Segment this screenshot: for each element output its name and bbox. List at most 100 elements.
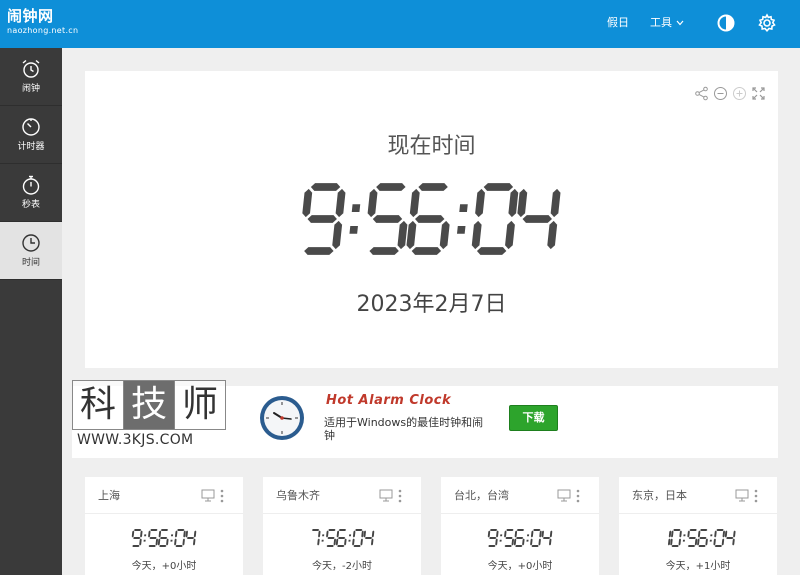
digit-segment bbox=[139, 538, 142, 546]
monitor-icon[interactable] bbox=[201, 489, 215, 502]
sidebar-item-stopwatch[interactable]: 秒表 bbox=[0, 164, 62, 222]
colon-dot bbox=[170, 539, 173, 542]
digit-segment bbox=[344, 538, 347, 546]
city-card: 乌鲁木齐 今天，-2小时 bbox=[263, 477, 421, 575]
digit-segment bbox=[338, 529, 347, 531]
digit-segment bbox=[516, 529, 525, 531]
city-offset: 今天，+0小时 bbox=[487, 561, 553, 572]
digit-segment bbox=[371, 530, 375, 538]
watermark-char: 技 bbox=[123, 380, 175, 430]
digit-segment bbox=[133, 537, 141, 539]
share-icon[interactable] bbox=[694, 86, 709, 101]
digit-segment bbox=[159, 545, 167, 547]
digit-segment bbox=[513, 538, 517, 546]
city-time bbox=[311, 529, 375, 547]
digit-segment bbox=[182, 538, 185, 546]
digit-segment bbox=[547, 220, 558, 250]
digit-segment bbox=[689, 529, 697, 531]
digit-segment bbox=[148, 530, 151, 538]
colon-dot bbox=[143, 539, 146, 542]
digit-segment bbox=[505, 220, 515, 250]
settings-button[interactable] bbox=[757, 13, 777, 33]
digit-segment bbox=[504, 545, 512, 547]
sidebar-item-label: 计时器 bbox=[17, 142, 45, 152]
digit-segment bbox=[541, 530, 544, 538]
digit-segment bbox=[193, 538, 196, 546]
colon-dot bbox=[351, 204, 361, 212]
more-options-icon[interactable] bbox=[219, 488, 225, 504]
digit-segment bbox=[397, 220, 408, 250]
sidebar-item-label: 时间 bbox=[21, 258, 40, 268]
digit-segment bbox=[177, 529, 185, 531]
clock-app-icon bbox=[260, 396, 304, 440]
digit-segment bbox=[475, 188, 485, 218]
digit-segment bbox=[671, 530, 674, 538]
digit-segment bbox=[514, 530, 518, 538]
fullscreen-icon[interactable] bbox=[751, 86, 766, 101]
digit-segment bbox=[155, 538, 159, 546]
sidebar-item-time[interactable]: 时间 bbox=[0, 222, 62, 280]
digit-segment bbox=[439, 220, 450, 250]
digit-segment bbox=[489, 529, 498, 531]
download-button[interactable]: 下载 bbox=[509, 405, 558, 431]
digit-segment bbox=[667, 538, 671, 546]
colon-dot bbox=[500, 534, 503, 537]
zoom-in-icon[interactable] bbox=[732, 86, 747, 101]
digit-segment bbox=[705, 538, 708, 546]
digit-segment bbox=[140, 530, 143, 538]
logo-title: 闹钟网 bbox=[7, 7, 54, 25]
digit-segment bbox=[505, 537, 513, 539]
zoom-out-icon[interactable] bbox=[713, 86, 728, 101]
digit-segment bbox=[542, 537, 551, 539]
monitor-icon[interactable] bbox=[379, 489, 393, 502]
nav-tools-menu[interactable]: 工具 bbox=[650, 16, 684, 30]
digit-segment bbox=[148, 545, 156, 547]
digit-segment bbox=[337, 537, 346, 539]
digit-segment bbox=[355, 529, 363, 531]
digit-segment bbox=[352, 538, 355, 546]
city-card: 台北，台湾 今天，+0小时 bbox=[441, 477, 599, 575]
colon-dot bbox=[348, 539, 351, 542]
digit-segment bbox=[166, 538, 169, 546]
watermark-url: WWW.3KJS.COM bbox=[77, 432, 194, 448]
digit-segment bbox=[495, 538, 498, 546]
card-toolbar bbox=[694, 86, 766, 102]
digit-segment bbox=[506, 529, 514, 531]
digit-segment bbox=[318, 530, 321, 538]
digit-segment bbox=[714, 530, 717, 538]
colon-dot bbox=[348, 534, 352, 537]
digit-segment bbox=[714, 545, 723, 547]
digit-segment bbox=[517, 188, 528, 218]
monitor-icon[interactable] bbox=[557, 489, 571, 502]
digit-segment bbox=[175, 545, 183, 547]
timer-icon bbox=[22, 118, 40, 136]
sidebar-item-timer[interactable]: 计时器 bbox=[0, 106, 62, 164]
monitor-icon[interactable] bbox=[735, 489, 749, 502]
digit-segment bbox=[406, 220, 417, 250]
city-card: 东京，日本 今天，+1小时 bbox=[619, 477, 777, 575]
theme-toggle-button[interactable] bbox=[716, 13, 736, 33]
city-offset: 今天，+0小时 bbox=[131, 561, 197, 572]
nav-holiday-link[interactable]: 假日 bbox=[607, 16, 629, 30]
more-options-icon[interactable] bbox=[397, 488, 403, 504]
more-options-icon[interactable] bbox=[575, 488, 581, 504]
digit-segment bbox=[471, 220, 482, 250]
digit-segment bbox=[476, 247, 507, 255]
digit-segment bbox=[372, 215, 403, 223]
digit-segment bbox=[697, 538, 700, 546]
colon-dot bbox=[170, 534, 174, 537]
digit-segment bbox=[511, 538, 515, 546]
more-options-icon[interactable] bbox=[753, 488, 759, 504]
site-logo[interactable]: 闹钟网 naozhong.net.cn bbox=[7, 7, 78, 36]
colon-dot bbox=[682, 539, 685, 542]
digit-segment bbox=[352, 530, 356, 538]
colon-dot bbox=[322, 534, 325, 537]
digit-segment bbox=[687, 545, 696, 547]
digit-segment bbox=[496, 530, 499, 538]
sidebar-item-alarm[interactable]: 闹钟 bbox=[0, 48, 62, 106]
digit-segment bbox=[302, 188, 313, 218]
digit-segment bbox=[326, 530, 329, 538]
digit-segment bbox=[697, 530, 701, 538]
ad-title[interactable]: Hot Alarm Clock bbox=[326, 393, 451, 408]
digit-segment bbox=[310, 183, 341, 191]
